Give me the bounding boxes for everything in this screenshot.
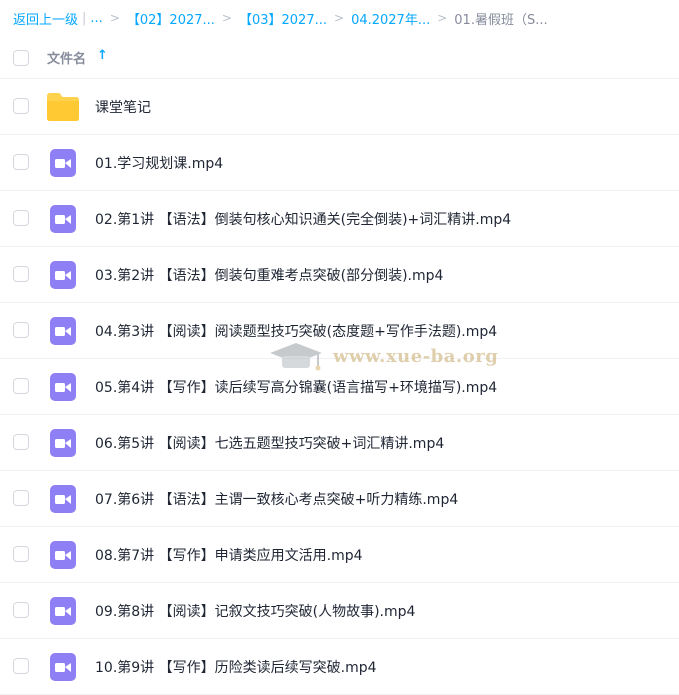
- file-name[interactable]: 02.第1讲 【语法】倒装句核心知识通关(完全倒装)+词汇精讲.mp4: [95, 209, 511, 229]
- breadcrumb-arrow-icon: >: [109, 11, 120, 25]
- video-file-icon: [47, 429, 79, 457]
- file-name[interactable]: 09.第8讲 【阅读】记叙文技巧突破(人物故事).mp4: [95, 601, 415, 621]
- video-file-icon: [47, 597, 79, 625]
- watermark: www.xue-ba.org: [266, 337, 499, 377]
- video-file-icon: [47, 205, 79, 233]
- folder-icon: [47, 93, 79, 121]
- breadcrumb-ellipsis[interactable]: ...: [90, 11, 102, 26]
- file-name[interactable]: 08.第7讲 【写作】申请类应用文活用.mp4: [95, 545, 363, 565]
- breadcrumb-arrow-icon: >: [437, 11, 448, 25]
- row-checkbox[interactable]: [13, 378, 29, 394]
- breadcrumb-item-2[interactable]: 【03】2027...: [239, 9, 327, 28]
- file-name[interactable]: 10.第9讲 【写作】历险类读后续写突破.mp4: [95, 657, 377, 677]
- row-checkbox[interactable]: [13, 322, 29, 338]
- arrow-up-icon[interactable]: ↑: [97, 48, 108, 63]
- file-row[interactable]: 07.第6讲 【语法】主谓一致核心考点突破+听力精练.mp4: [0, 471, 679, 527]
- graduation-cap-icon: [270, 343, 322, 371]
- video-file-icon: [47, 653, 79, 681]
- video-file-icon: [47, 261, 79, 289]
- breadcrumb-arrow-icon: >: [334, 11, 345, 25]
- row-checkbox[interactable]: [13, 490, 29, 506]
- file-row[interactable]: 06.第5讲 【阅读】七选五题型技巧突破+词汇精讲.mp4: [0, 415, 679, 471]
- video-file-icon: [47, 485, 79, 513]
- file-name[interactable]: 05.第4讲 【写作】读后续写高分锦囊(语言描写+环境描写).mp4: [95, 377, 497, 397]
- breadcrumb: 返回上一级 | ... > 【02】2027... > 【03】2027... …: [13, 8, 679, 28]
- row-checkbox[interactable]: [13, 154, 29, 170]
- select-all-checkbox[interactable]: [13, 50, 29, 66]
- breadcrumb-divider: |: [82, 10, 87, 26]
- breadcrumb-arrow-icon: >: [221, 11, 232, 25]
- video-file-icon: [47, 541, 79, 569]
- row-checkbox[interactable]: [13, 434, 29, 450]
- video-file-icon: [47, 317, 79, 345]
- row-checkbox[interactable]: [13, 602, 29, 618]
- file-name[interactable]: 07.第6讲 【语法】主谓一致核心考点突破+听力精练.mp4: [95, 489, 458, 509]
- file-name[interactable]: 03.第2讲 【语法】倒装句重难考点突破(部分倒装).mp4: [95, 265, 443, 285]
- row-checkbox[interactable]: [13, 210, 29, 226]
- video-file-icon: [47, 373, 79, 401]
- back-link[interactable]: 返回上一级: [13, 9, 78, 28]
- file-row[interactable]: 09.第8讲 【阅读】记叙文技巧突破(人物故事).mp4: [0, 583, 679, 639]
- row-checkbox[interactable]: [13, 546, 29, 562]
- file-row[interactable]: 03.第2讲 【语法】倒装句重难考点突破(部分倒装).mp4: [0, 247, 679, 303]
- breadcrumb-item-1[interactable]: 【02】2027...: [127, 9, 215, 28]
- video-file-icon: [47, 149, 79, 177]
- file-name[interactable]: 01.学习规划课.mp4: [95, 153, 223, 173]
- file-row[interactable]: 08.第7讲 【写作】申请类应用文活用.mp4: [0, 527, 679, 583]
- file-list-header: 文件名 ↑: [0, 38, 679, 79]
- breadcrumb-current: 01.暑假班（S...: [454, 12, 548, 28]
- watermark-text: www.xue-ba.org: [333, 346, 499, 367]
- row-checkbox[interactable]: [13, 658, 29, 674]
- row-checkbox[interactable]: [13, 98, 29, 114]
- file-name[interactable]: 课堂笔记: [95, 97, 151, 117]
- file-row[interactable]: 02.第1讲 【语法】倒装句核心知识通关(完全倒装)+词汇精讲.mp4: [0, 191, 679, 247]
- file-name[interactable]: 06.第5讲 【阅读】七选五题型技巧突破+词汇精讲.mp4: [95, 433, 444, 453]
- column-filename[interactable]: 文件名: [47, 48, 86, 67]
- file-row[interactable]: 课堂笔记: [0, 79, 679, 135]
- file-row[interactable]: 10.第9讲 【写作】历险类读后续写突破.mp4: [0, 639, 679, 695]
- row-checkbox[interactable]: [13, 266, 29, 282]
- breadcrumb-item-3[interactable]: 04.2027年...: [351, 9, 430, 28]
- file-row[interactable]: 01.学习规划课.mp4: [0, 135, 679, 191]
